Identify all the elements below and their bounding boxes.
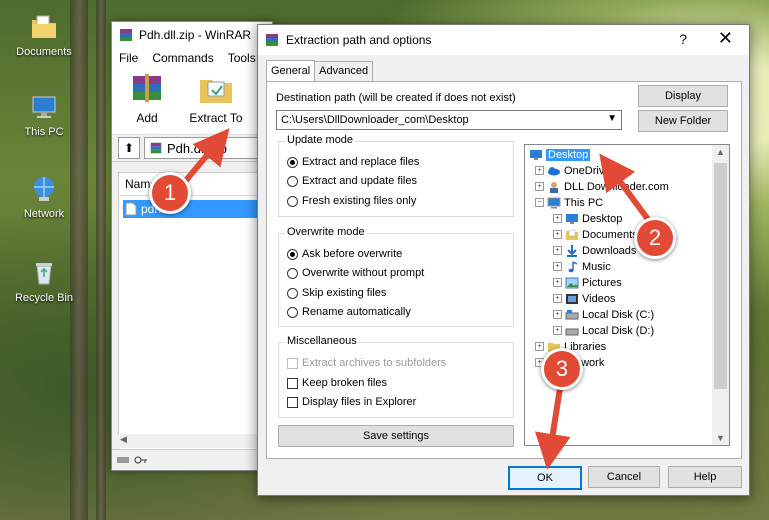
callout-step-3: 3 [541,348,583,390]
tab-general[interactable]: General [266,60,316,81]
arrow-3 [534,387,571,470]
arrow-2 [599,153,653,224]
callout-step-2: 2 [634,217,676,259]
callout-step-1: 1 [149,172,191,214]
annotation-arrows [175,128,653,470]
